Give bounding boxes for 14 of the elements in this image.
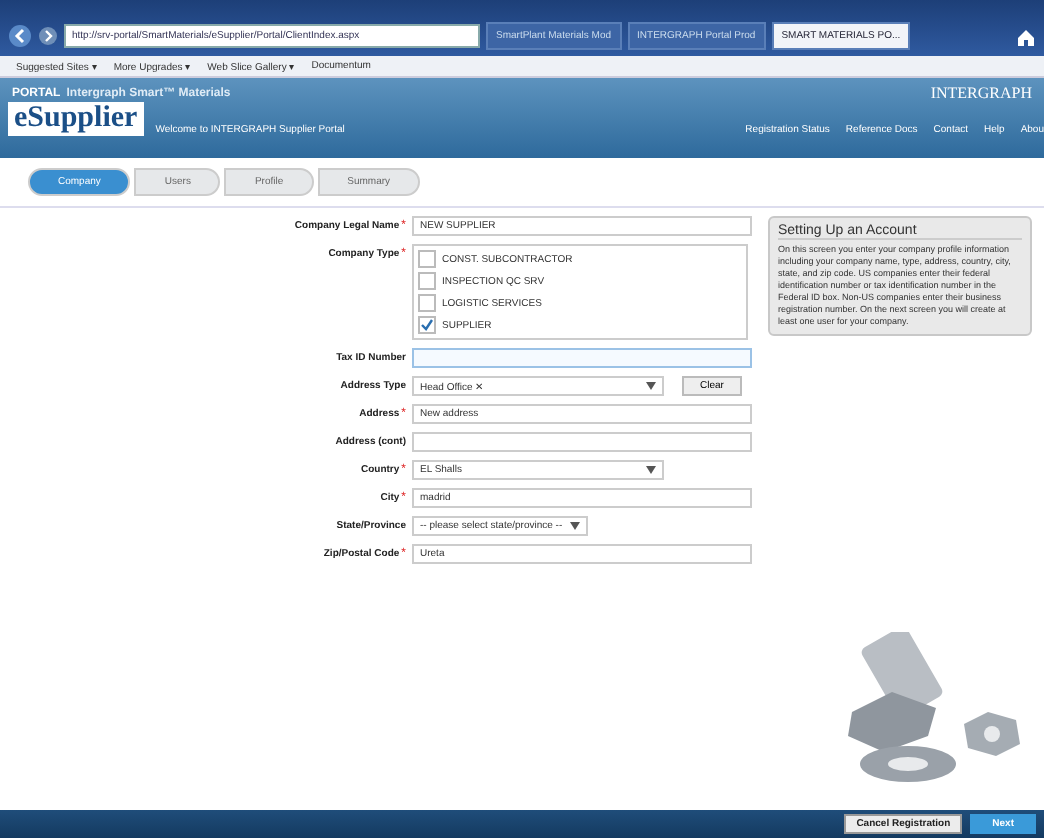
home-icon[interactable] [1016, 27, 1036, 45]
checkbox[interactable] [418, 250, 436, 268]
caret-icon [570, 522, 580, 530]
caret-icon [646, 382, 656, 390]
caret-icon [646, 466, 656, 474]
input-field[interactable] [412, 432, 752, 452]
brand-logo: INTERGRAPH [930, 84, 1032, 102]
checkbox[interactable] [418, 294, 436, 312]
back-button[interactable] [8, 24, 32, 48]
esupplier-logo: eSupplier [8, 102, 144, 136]
checkbox[interactable] [418, 272, 436, 290]
forward-button[interactable] [38, 26, 58, 46]
checkbox[interactable] [418, 316, 436, 334]
input-field[interactable] [412, 348, 752, 368]
